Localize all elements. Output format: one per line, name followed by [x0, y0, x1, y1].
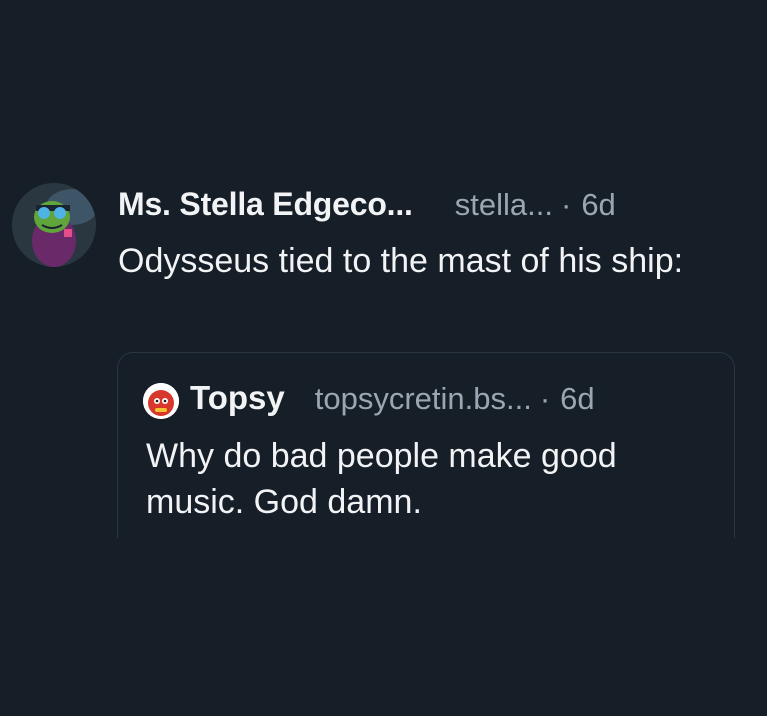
quote-timestamp[interactable]: 6d [560, 381, 594, 416]
quote-text: Why do bad people make good music. God d… [146, 437, 617, 521]
post: Ms. Stella Edgeco... stella... · 6d Odysseu… [0, 0, 767, 716]
author-avatar[interactable] [12, 183, 96, 267]
quote-author-display-name[interactable]: Topsy [190, 379, 285, 416]
quote-header-separator: · [539, 381, 551, 416]
quote-author-avatar[interactable] [143, 383, 179, 419]
quoted-post-card[interactable]: Topsy topsycretin.bs... · 6d Why do bad peo… [117, 352, 735, 538]
quote-header: Topsy topsycretin.bs... · 6d [190, 377, 595, 419]
author-display-name[interactable]: Ms. Stella Edgeco... [118, 186, 413, 222]
author-handle[interactable]: stella... [455, 187, 553, 222]
header-separator: · [560, 187, 572, 222]
post-timestamp[interactable]: 6d [581, 187, 615, 222]
red-character-avatar-icon [143, 383, 179, 419]
quote-author-handle[interactable]: topsycretin.bs... [315, 381, 532, 416]
character-avatar-icon [12, 183, 96, 267]
post-text: Odysseus tied to the mast of his ship: [118, 242, 684, 280]
post-header: Ms. Stella Edgeco... stella... · 6d [118, 184, 616, 224]
